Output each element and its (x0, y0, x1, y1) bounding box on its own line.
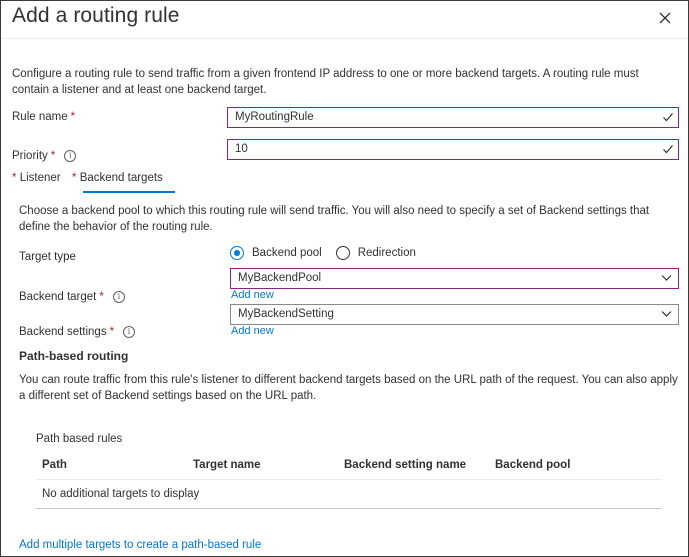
table-row: No additional targets to display (36, 480, 662, 509)
radio-redirection[interactable] (335, 246, 350, 260)
path-rules-table: Path Target name Backend setting name Ba… (36, 453, 662, 509)
rule-name-label: Rule name * (12, 111, 76, 123)
dialog-description: Configure a routing rule to send traffic… (12, 68, 639, 96)
tab-backend-targets[interactable]: * Backend targets (72, 172, 163, 184)
table-header: Path Target name Backend setting name Ba… (36, 453, 662, 480)
backend-description: Choose a backend pool to which this rout… (19, 205, 650, 233)
path-routing-heading: Path-based routing (19, 349, 129, 363)
backend-target-dropdown[interactable]: MyBackendPool (230, 268, 679, 289)
add-multiple-targets-link[interactable]: Add multiple targets to create a path-ba… (19, 539, 261, 551)
dialog-title: Add a routing rule (12, 4, 180, 27)
tab-listener[interactable]: * Listener (12, 172, 61, 184)
path-routing-description: You can route traffic from this rule's l… (19, 374, 678, 402)
routing-rule-dialog: Add a routing rule Configure a routing r… (0, 0, 689, 557)
column-header: Backend setting name (344, 459, 467, 471)
column-header: Backend pool (495, 459, 571, 471)
checkmark-icon (663, 145, 673, 154)
add-new-backend-target-link[interactable]: Add new (231, 289, 274, 301)
backend-settings-label: Backend settings * i (19, 326, 136, 338)
info-icon[interactable]: i (112, 291, 125, 303)
info-icon[interactable]: i (123, 326, 136, 338)
priority-label: Priority * i (12, 150, 77, 162)
chevron-down-icon (661, 311, 672, 317)
backend-settings-dropdown[interactable]: MyBackendSetting (230, 304, 679, 325)
active-tab-indicator (83, 191, 175, 193)
target-type-radio-group: Backend pool Redirection (230, 246, 416, 260)
info-icon[interactable]: i (64, 150, 77, 162)
add-new-backend-settings-link[interactable]: Add new (231, 325, 274, 337)
close-icon[interactable] (656, 9, 674, 27)
required-mark: * (50, 150, 56, 162)
column-header: Path (42, 459, 67, 471)
target-type-label: Target type (19, 251, 76, 263)
chevron-down-icon (661, 275, 672, 281)
radio-backend-pool-label: Backend pool (252, 247, 322, 259)
backend-target-label: Backend target * i (19, 291, 125, 303)
path-rules-label: Path based rules (36, 433, 123, 445)
priority-input[interactable]: 10 (227, 139, 679, 160)
checkmark-icon (663, 113, 673, 122)
header-divider (1, 38, 688, 39)
required-mark: * (70, 111, 76, 123)
column-header: Target name (193, 459, 261, 471)
rule-name-input[interactable]: MyRoutingRule (227, 107, 679, 128)
radio-redirection-label: Redirection (357, 247, 416, 259)
radio-backend-pool[interactable] (230, 246, 244, 260)
